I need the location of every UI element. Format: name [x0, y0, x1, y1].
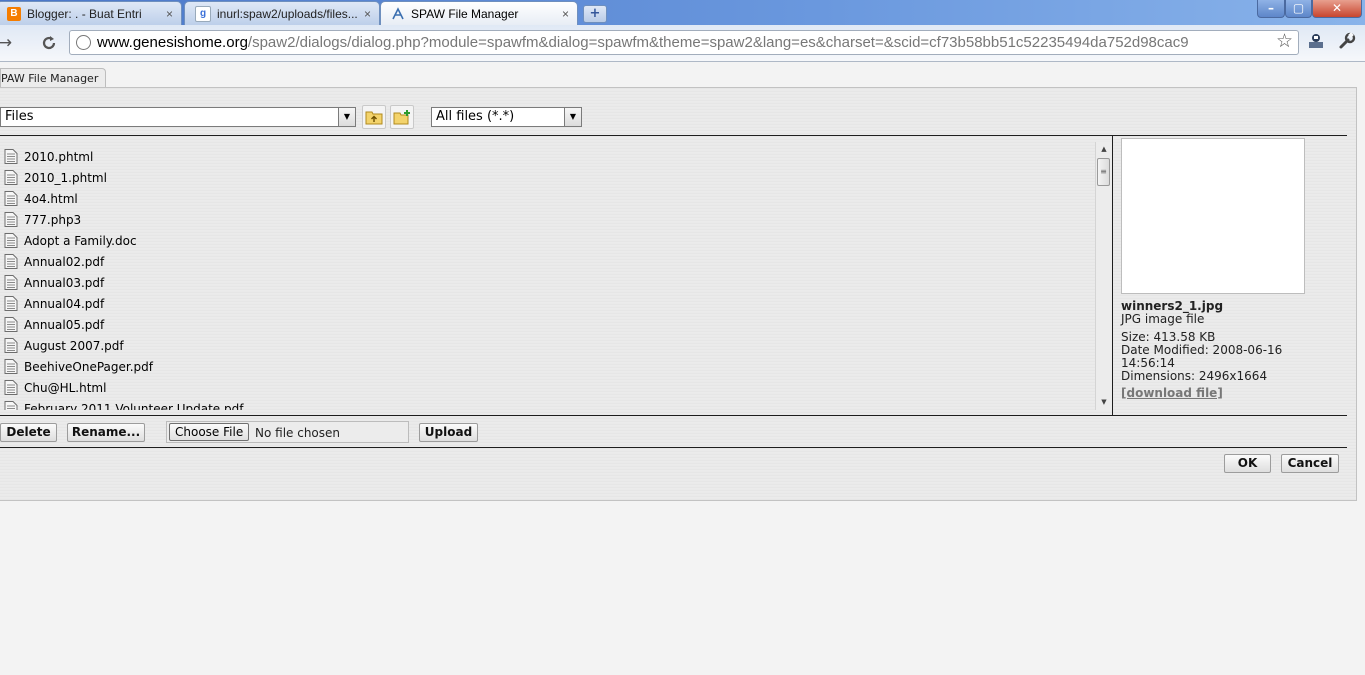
close-window-button[interactable]: ✕	[1312, 0, 1362, 18]
cancel-button[interactable]: Cancel	[1281, 454, 1339, 473]
divider	[0, 135, 1347, 136]
scroll-down-icon[interactable]: ▼	[1096, 396, 1112, 408]
tab-label: inurl:spaw2/uploads/files...	[217, 6, 358, 21]
document-icon	[4, 338, 18, 353]
new-folder-icon	[393, 110, 410, 125]
upload-button[interactable]: Upload	[419, 423, 478, 442]
document-icon	[4, 317, 18, 332]
tab-google-search[interactable]: g inurl:spaw2/uploads/files... ×	[184, 1, 380, 25]
file-item[interactable]: 2010_1.phtml	[0, 167, 107, 188]
choose-file-button[interactable]: Choose File	[169, 423, 250, 441]
file-list-scrollbar[interactable]: ▲ ≡ ▼	[1095, 142, 1112, 410]
file-name: BeehiveOnePager.pdf	[24, 359, 154, 374]
file-item[interactable]: Annual02.pdf	[0, 251, 104, 272]
tab-label: SPAW File Manager	[411, 6, 519, 21]
document-icon	[4, 359, 18, 374]
browser-toolbar: → www.genesishome.org/spaw2/dialogs/dial…	[0, 25, 1365, 61]
chevron-down-icon: ▼	[338, 108, 355, 126]
tab-strip: B Blogger: . - Buat Entri × g inurl:spaw…	[0, 0, 1365, 25]
file-item[interactable]: August 2007.pdf	[0, 335, 124, 356]
file-name: 777.php3	[24, 212, 82, 227]
divider	[1112, 136, 1113, 415]
divider	[0, 447, 1347, 448]
spaw-icon	[391, 6, 405, 21]
file-item[interactable]: February 2011 Volunteer Update.pdf	[0, 398, 243, 410]
new-tab-button[interactable]: +	[583, 5, 607, 23]
url-host: www.genesishome.org	[97, 34, 248, 51]
file-name: Annual04.pdf	[24, 296, 105, 311]
file-name: February 2011 Volunteer Update.pdf	[24, 401, 244, 411]
folder-up-button[interactable]	[362, 105, 386, 129]
blogger-icon: B	[7, 6, 21, 21]
tab-close-icon[interactable]: ×	[562, 7, 569, 21]
file-item[interactable]: Annual03.pdf	[0, 272, 104, 293]
tab-close-icon[interactable]: ×	[166, 7, 173, 21]
document-icon	[4, 233, 18, 248]
file-list: 2010.phtml 2010_1.phtml 4o4.html 777.php…	[0, 142, 1095, 410]
minimize-button[interactable]: –	[1257, 0, 1285, 18]
file-name: Adopt a Family.doc	[24, 233, 137, 248]
file-item[interactable]: Adopt a Family.doc	[0, 230, 137, 251]
wrench-icon[interactable]	[1338, 32, 1356, 50]
tab-blogger[interactable]: B Blogger: . - Buat Entri ×	[0, 1, 182, 25]
file-name: Annual03.pdf	[24, 275, 105, 290]
document-icon	[4, 296, 18, 311]
globe-icon	[76, 35, 91, 50]
file-name: Annual02.pdf	[24, 254, 105, 269]
file-item[interactable]: Annual05.pdf	[0, 314, 104, 335]
extension-icon[interactable]	[1307, 32, 1325, 50]
upload-file-field: Choose File No file chosen	[166, 421, 409, 443]
browser-chrome: B Blogger: . - Buat Entri × g inurl:spaw…	[0, 0, 1365, 62]
scrollbar-thumb[interactable]: ≡	[1097, 158, 1110, 186]
document-icon	[4, 380, 18, 395]
selected-file-type: JPG image file	[1121, 312, 1205, 326]
document-icon	[4, 170, 18, 185]
forward-icon[interactable]: →	[0, 32, 16, 54]
file-item[interactable]: BeehiveOnePager.pdf	[0, 356, 153, 377]
document-icon	[4, 212, 18, 227]
file-name: 2010_1.phtml	[24, 170, 107, 185]
document-icon	[4, 254, 18, 269]
new-folder-button[interactable]	[390, 105, 414, 129]
file-name: 2010.phtml	[24, 149, 94, 164]
image-preview	[1121, 138, 1305, 294]
bookmark-star-icon[interactable]: ☆	[1276, 30, 1293, 52]
download-file-link[interactable]: [download file]	[1121, 387, 1223, 400]
file-item[interactable]: 4o4.html	[0, 188, 78, 209]
dialog-tab-file-manager[interactable]: PAW File Manager	[0, 68, 106, 88]
folder-select-value: Files	[5, 109, 34, 124]
ok-button[interactable]: OK	[1224, 454, 1271, 473]
document-icon	[4, 401, 18, 410]
file-name: August 2007.pdf	[24, 338, 124, 353]
file-name: Chu@HL.html	[24, 380, 107, 395]
folder-up-icon	[365, 111, 383, 125]
selected-file-dimensions: Dimensions: 2496x1664	[1121, 369, 1268, 383]
file-item[interactable]: 2010.phtml	[0, 146, 93, 167]
document-icon	[4, 275, 18, 290]
chevron-down-icon: ▼	[564, 108, 581, 126]
scroll-up-icon[interactable]: ▲	[1096, 143, 1112, 155]
url-path: /spaw2/dialogs/dialog.php?module=spawfm&…	[247, 34, 1189, 51]
rename-button[interactable]: Rename...	[67, 423, 145, 442]
reload-icon[interactable]	[38, 32, 60, 54]
file-item[interactable]: Chu@HL.html	[0, 377, 106, 398]
google-icon: g	[195, 5, 211, 22]
tab-label: Blogger: . - Buat Entri	[27, 6, 142, 21]
tab-spaw-file-manager[interactable]: SPAW File Manager ×	[380, 1, 578, 25]
file-item[interactable]: Annual04.pdf	[0, 293, 104, 314]
file-filter-select[interactable]: All files (*.*) ▼	[431, 107, 582, 127]
no-file-chosen-text: No file chosen	[255, 426, 341, 440]
maximize-button[interactable]: ▢	[1285, 0, 1312, 18]
divider	[0, 415, 1347, 416]
file-filter-value: All files (*.*)	[436, 109, 515, 124]
file-item[interactable]: 777.php3	[0, 209, 81, 230]
folder-select[interactable]: Files ▼	[0, 107, 356, 127]
address-bar[interactable]: www.genesishome.org/spaw2/dialogs/dialog…	[69, 30, 1299, 55]
document-icon	[4, 149, 18, 164]
delete-button[interactable]: Delete	[0, 423, 57, 442]
document-icon	[4, 191, 18, 206]
tab-close-icon[interactable]: ×	[364, 7, 371, 21]
file-name: 4o4.html	[24, 191, 78, 206]
file-name: Annual05.pdf	[24, 317, 105, 332]
